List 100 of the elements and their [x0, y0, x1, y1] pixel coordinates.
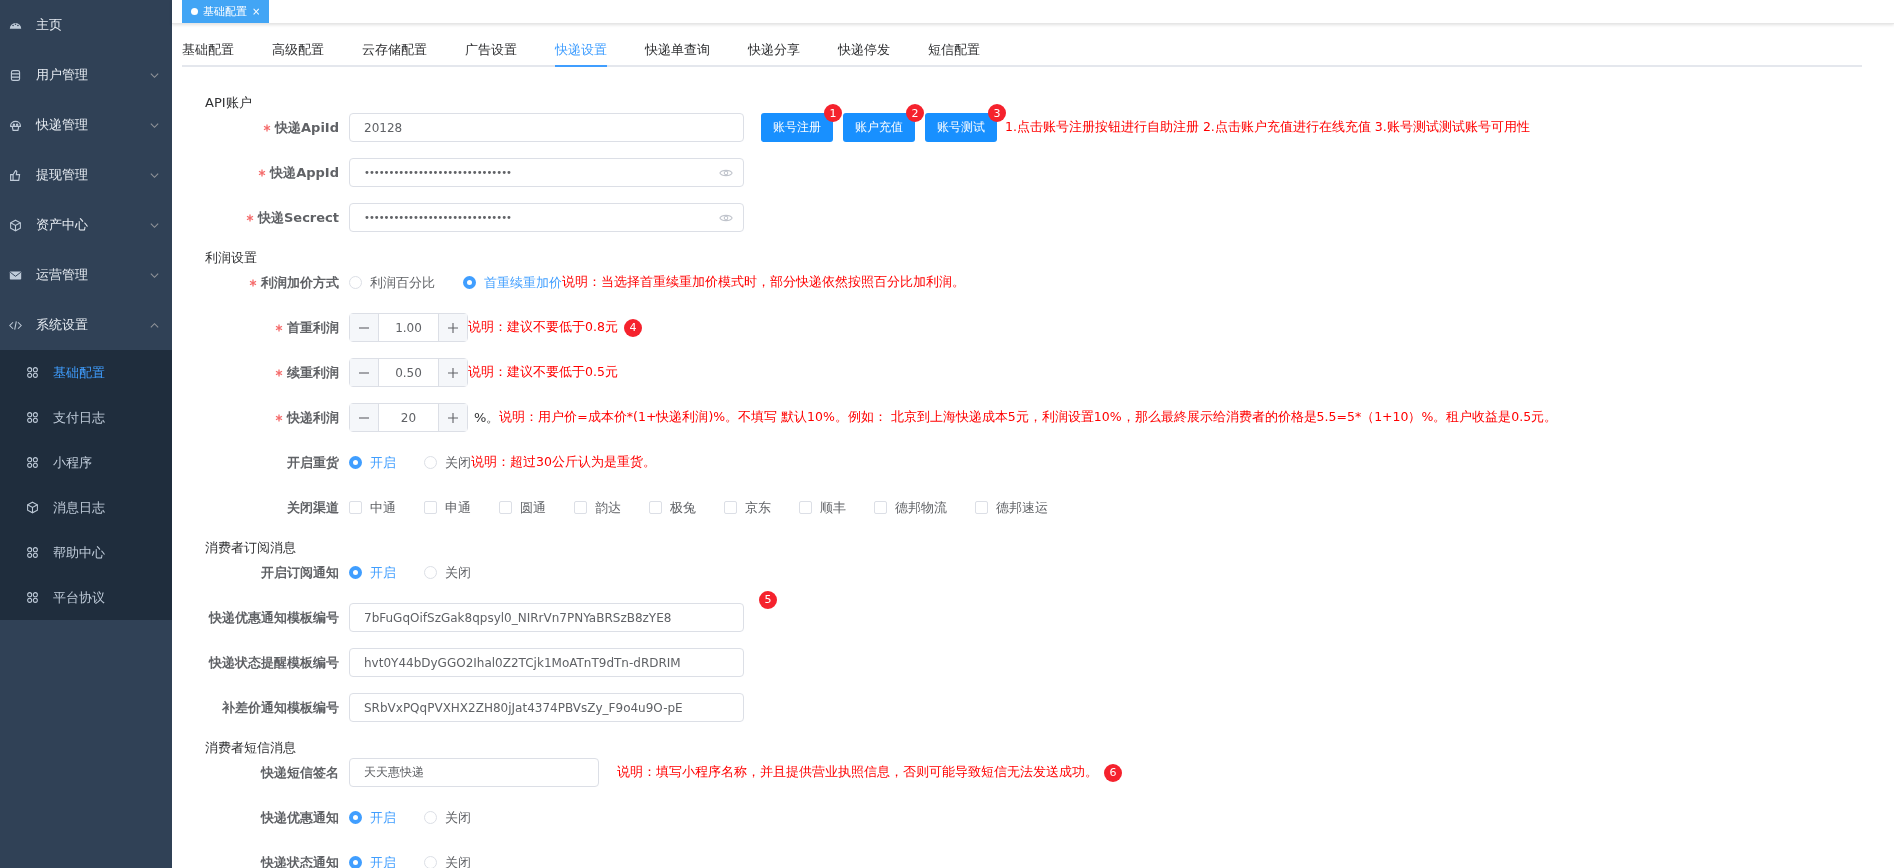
number-badge: 4: [623, 318, 642, 337]
checkbox-label[interactable]: 京东: [745, 498, 771, 517]
checkbox-label[interactable]: 德邦速运: [996, 498, 1048, 517]
radio-button[interactable]: [349, 566, 362, 579]
field-label: 快递状态通知: [261, 853, 339, 868]
tab[interactable]: 云存储配置: [362, 34, 427, 67]
submenu-item[interactable]: 平台协议: [0, 575, 172, 620]
number-badge: 5: [759, 590, 777, 609]
radio-button[interactable]: [349, 856, 362, 868]
checkbox[interactable]: [724, 501, 737, 514]
radio-label[interactable]: 关闭: [445, 853, 471, 868]
checkbox-label[interactable]: 申通: [445, 498, 471, 517]
number-stepper[interactable]: 1.00: [349, 313, 468, 342]
tab[interactable]: 快递分享: [748, 34, 800, 67]
submenu-item[interactable]: 支付日志: [0, 395, 172, 440]
menu-item[interactable]: 系统设置: [0, 300, 172, 350]
text-field[interactable]: SRbVxPQqPVXHX2ZH80jJat4374PBVsZy_F9o4u9O-pE: [349, 693, 744, 722]
unit-text: %。: [474, 408, 500, 427]
tab[interactable]: 基础配置: [182, 34, 234, 67]
field-label: 快递ApiId: [275, 118, 339, 137]
code-icon: [9, 318, 22, 332]
field-label: 利润加价方式: [261, 273, 339, 292]
number-badge: 3: [988, 104, 1006, 122]
menu-item[interactable]: 提现管理: [0, 150, 172, 200]
checkbox[interactable]: [424, 501, 437, 514]
submenu-item[interactable]: 帮助中心: [0, 530, 172, 575]
checkbox[interactable]: [975, 501, 988, 514]
menu-item[interactable]: 运营管理: [0, 250, 172, 300]
tab[interactable]: 短信配置: [928, 34, 980, 67]
tab[interactable]: 广告设置: [465, 34, 517, 67]
hint-text: 说明：建议不要低于0.5元: [468, 364, 618, 381]
text-field[interactable]: hvt0Y44bDyGGO2Ihal0Z2TCjk1MoATnT9dTn-dRDRIM: [349, 648, 744, 677]
submenu-item[interactable]: 基础配置: [0, 350, 172, 395]
field-label: 补差价通知模板编号: [222, 698, 339, 717]
hint-text: 说明：超过30公斤认为是重货。: [471, 454, 656, 471]
command-icon: [26, 411, 39, 424]
radio-label[interactable]: 利润百分比: [370, 273, 435, 292]
field-label: 首重利润: [287, 318, 339, 337]
menu-item[interactable]: 用户管理: [0, 50, 172, 100]
command-icon: [26, 456, 39, 469]
checkbox[interactable]: [649, 501, 662, 514]
number-badge: 6: [1104, 763, 1122, 782]
hint-text: 说明：用户价=成本价*(1+快递利润)%。不填写 默认10%。例如： 北京到上海快递成本5元，利润设置10%，那么最終展示给消费者的价格是5.5=5*（1+10）%。租户收益是0.5元。: [499, 409, 1558, 426]
radio-label[interactable]: 关闭: [445, 453, 471, 472]
text-field[interactable]: 7bFuGqOifSzGak8qpsyl0_NIRrVn7PNYaBRSzB8zYE8: [349, 603, 744, 632]
hint-text: 1.点击账号注册按钮进行自助注册 2.点击账户充值进行在线充值 3.账号测试测试账号可用性: [1005, 119, 1530, 136]
plus-icon[interactable]: [447, 411, 459, 424]
menu-item[interactable]: 资产中心: [0, 200, 172, 250]
checkbox-label[interactable]: 德邦物流: [895, 498, 947, 517]
checkbox[interactable]: [349, 501, 362, 514]
plus-icon[interactable]: [447, 321, 459, 334]
text-field[interactable]: ••••••••••••••••••••••••••••••: [349, 158, 744, 187]
command-icon: [26, 546, 39, 559]
text-field[interactable]: ••••••••••••••••••••••••••••••: [349, 203, 744, 232]
submenu-item[interactable]: 消息日志: [0, 485, 172, 530]
field-label: 快递利润: [287, 408, 339, 427]
radio-button[interactable]: [463, 276, 476, 289]
plus-icon[interactable]: [447, 366, 459, 379]
radio-label[interactable]: 关闭: [445, 808, 471, 827]
robot-icon: [9, 118, 22, 132]
field-label: 开启订阅通知: [261, 563, 339, 582]
number-stepper[interactable]: 0.50: [349, 358, 468, 387]
checkbox-label[interactable]: 圆通: [520, 498, 546, 517]
menu-item[interactable]: 主页: [0, 0, 172, 50]
text-field[interactable]: 20128: [349, 113, 744, 142]
text-field[interactable]: 天天惠快递: [349, 758, 599, 787]
hint-text: 说明：建议不要低于0.8元: [468, 319, 618, 336]
checkbox[interactable]: [574, 501, 587, 514]
checkbox[interactable]: [874, 501, 887, 514]
mail-icon: [9, 268, 22, 282]
field-label: 快递状态提醒模板编号: [209, 653, 339, 672]
tab[interactable]: 高级配置: [272, 34, 324, 67]
command-icon: [26, 591, 39, 604]
field-label: 快递AppId: [270, 163, 339, 182]
section-title: 利润设置: [205, 249, 258, 267]
hint-text: 说明：当选择首重续重加价模式时，部分快递依然按照百分比加利润。: [562, 274, 965, 291]
checkbox-label[interactable]: 极兔: [670, 498, 696, 517]
checkbox-label[interactable]: 顺丰: [820, 498, 846, 517]
field-label: 快递优惠通知: [261, 808, 339, 827]
field-label: 快递短信签名: [261, 763, 339, 782]
number-stepper[interactable]: 20: [349, 403, 468, 432]
checkbox[interactable]: [799, 501, 812, 514]
radio-button[interactable]: [349, 811, 362, 824]
submenu-item[interactable]: 小程序: [0, 440, 172, 485]
radio-button[interactable]: [349, 456, 362, 469]
menu-item[interactable]: 快递管理: [0, 100, 172, 150]
field-label: 开启重货: [287, 453, 339, 472]
checkbox[interactable]: [499, 501, 512, 514]
radio-label[interactable]: 关闭: [445, 563, 471, 582]
checkbox-label[interactable]: 韵达: [595, 498, 621, 517]
tab[interactable]: 快递单查询: [645, 34, 710, 67]
database-icon: [9, 68, 22, 82]
command-icon: [26, 366, 39, 379]
tab[interactable]: 快递停发: [838, 34, 890, 67]
field-label: 续重利润: [287, 363, 339, 382]
section-title: 消费者订阅消息: [205, 539, 297, 557]
checkbox-label[interactable]: 中通: [370, 498, 396, 517]
thumbs-up-icon: [9, 168, 22, 182]
field-label: 快递Secrect: [257, 208, 339, 227]
field-label: 快递优惠通知模板编号: [209, 608, 339, 627]
